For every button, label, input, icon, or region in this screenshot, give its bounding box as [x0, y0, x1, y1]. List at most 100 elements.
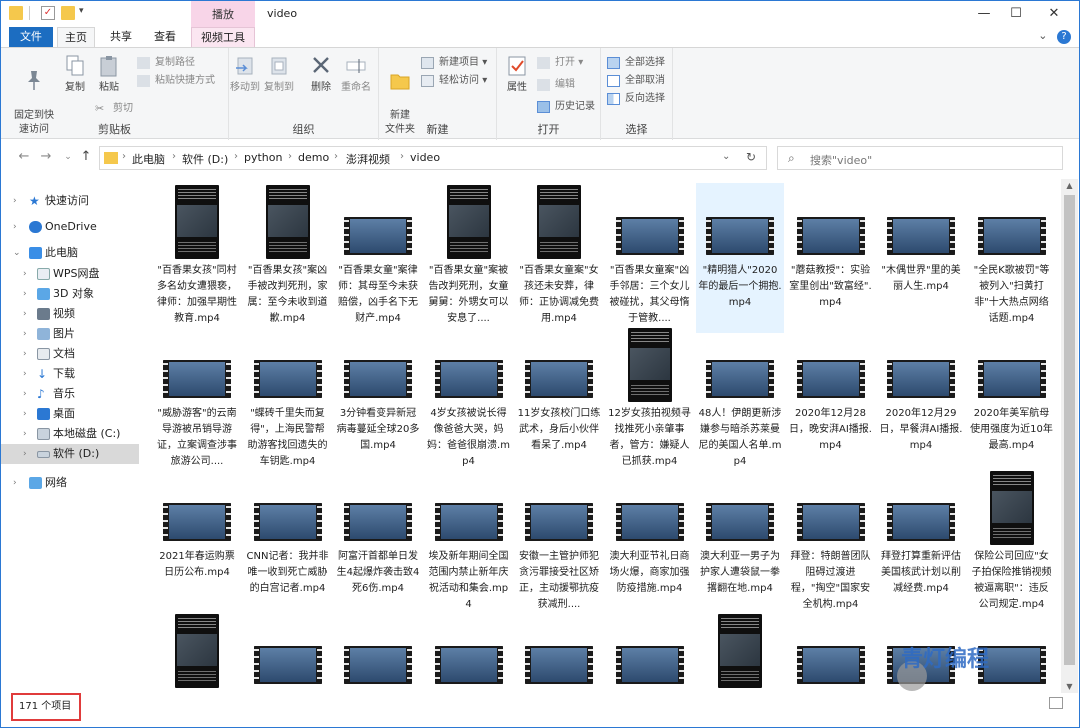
file-item[interactable]: 北京凛凛和艺小 — [244, 612, 332, 693]
file-item[interactable]: 错误人生28年当 — [787, 612, 875, 693]
file-item[interactable]: 安徽一主管护师犯贪污罪接受社区矫正，主动援鄂抗疫获减刑.... — [515, 469, 603, 619]
nav-3d[interactable]: › 3D 对象 — [1, 284, 147, 304]
tab-home[interactable]: 主页 — [57, 27, 95, 48]
breadcrumb-this-pc[interactable]: 此电脑 — [132, 151, 165, 167]
scroll-down-icon[interactable]: ▼ — [1061, 682, 1078, 691]
nav-wps[interactable]: › WPS网盘 — [1, 264, 147, 284]
scroll-thumb[interactable] — [1064, 195, 1075, 665]
file-item[interactable]: 48人！伊朗更新涉嫌参与暗杀苏莱曼尼的美国人名单.mp4 — [696, 326, 784, 476]
close-button[interactable]: ✕ — [1037, 3, 1071, 25]
file-item[interactable]: "百香果女童"案律师：其母至今未获赔偿，凶手名下无财产.mp4 — [334, 183, 422, 333]
file-item[interactable]: 埃及新年期间全国范围内禁止新年庆祝活动和集会.mp4 — [425, 469, 513, 619]
maximize-button[interactable]: ☐ — [999, 3, 1033, 25]
file-item[interactable]: "百香果女孩"案凶手被改判死刑，家属：至今未收到道歉.mp4 — [244, 183, 332, 333]
nav-quick-access[interactable]: › ★ 快速访问 — [1, 191, 147, 211]
file-item[interactable]: "百香果女童案"凶手邻居：三个女儿被碰扰，其父母惰于管教.... — [606, 183, 694, 333]
delete-button[interactable]: 删除 — [307, 54, 335, 95]
file-item[interactable]: 拜登打算重新评估美国核武计划以削减经费.mp4 — [877, 469, 965, 619]
nav-drive-c[interactable]: › 本地磁盘 (C:) — [1, 424, 147, 444]
up-arrow-icon[interactable]: ↑ — [77, 149, 95, 164]
file-item[interactable]: CNN记者：我并非唯一收到死亡威胁的白宫记者.mp4 — [244, 469, 332, 619]
file-item[interactable]: 保险公司回应"女子拍保险推销视频被逼离职"：违反公司规定.mp4 — [968, 469, 1056, 619]
back-arrow-icon[interactable]: ← — [15, 149, 33, 164]
file-item[interactable]: 2021年春运购票日历公布.mp4 — [153, 469, 241, 619]
new-folder-quick-icon[interactable] — [61, 6, 75, 20]
details-view-icon[interactable] — [1049, 697, 1063, 709]
file-item[interactable]: 4岁女孩被说长得像爸爸大哭，妈妈：爸爸很崩溃.mp4 — [425, 326, 513, 476]
file-item[interactable]: 2020年12月28日，晚安湃AI播报.mp4 — [787, 326, 875, 476]
file-item[interactable]: 澳大利亚一男子为护家人遭袋鼠一拳撂翻在地.mp4 — [696, 469, 784, 619]
file-item[interactable]: 春运火车票明起 — [696, 612, 784, 693]
nav-network[interactable]: › 网络 — [1, 473, 147, 493]
chevron-down-icon[interactable]: ⌄ — [722, 151, 730, 162]
nav-videos[interactable]: › 视频 — [1, 304, 147, 324]
nav-documents[interactable]: › 文档 — [1, 344, 147, 364]
customize-toolbar-icon[interactable]: ▾ — [79, 6, 93, 20]
file-item[interactable]: 边防战士重旅行 — [425, 612, 513, 693]
nav-this-pc[interactable]: ⌄ 此电脑 — [1, 243, 147, 263]
properties-quick-icon[interactable]: ✓ — [41, 6, 55, 20]
history-button[interactable]: 历史记录 — [537, 98, 595, 116]
nav-downloads[interactable]: › ↓ 下载 — [1, 364, 147, 384]
breadcrumb-video[interactable]: video — [410, 151, 440, 164]
tab-share[interactable]: 共享 — [101, 27, 141, 47]
file-item[interactable]: 北京拟对春节期 — [334, 612, 422, 693]
breadcrumb-demo[interactable]: demo — [298, 151, 329, 164]
cut-button[interactable]: ✂ 剪切 — [95, 100, 133, 118]
file-item[interactable]: 春节期间多地"斗 — [606, 612, 694, 693]
nav-pictures[interactable]: › 图片 — [1, 324, 147, 344]
file-item[interactable]: "木偶世界"里的美丽人生.mp4 — [877, 183, 965, 333]
file-item[interactable]: 拜登：特朗普团队阻碍过渡进程，"掏空"国家安全机构.mp4 — [787, 469, 875, 619]
file-item[interactable]: "精明猎人"2020年的最后一个拥抱.mp4 — [696, 183, 784, 333]
file-item[interactable]: 3分钟看变异新冠病毒蔓延全球20多国.mp4 — [334, 326, 422, 476]
file-item[interactable]: "威胁游客"的云南导游被吊销导游证，立案调查涉事旅游公司.... — [153, 326, 241, 476]
help-icon[interactable]: ? — [1057, 30, 1071, 44]
file-item[interactable]: 2020年12月29日，早餐湃AI播报.mp4 — [877, 326, 965, 476]
nav-drive-d[interactable]: › 软件 (D:) — [1, 444, 139, 464]
open-button[interactable]: 打开 ▾ — [537, 54, 583, 72]
breadcrumb-drive-d[interactable]: 软件 (D:) — [182, 151, 228, 167]
tab-file[interactable]: 文件 — [9, 27, 53, 47]
nav-music[interactable]: › ♪ 音乐 — [1, 384, 147, 404]
file-item[interactable]: "蝶砖千里失而复得"，上海民警帮助游客找回遗失的车钥匙.mp4 — [244, 326, 332, 476]
paste-shortcut-button[interactable]: 粘贴快捷方式 — [137, 72, 215, 90]
properties-button[interactable]: 属性 — [503, 54, 531, 95]
file-item[interactable]: 11岁女孩校门口练武术，身后小伙伴看呆了.mp4 — [515, 326, 603, 476]
copy-button[interactable]: 复制 — [61, 54, 89, 95]
nav-onedrive[interactable]: › OneDrive — [1, 217, 147, 237]
nav-desktop[interactable]: › 桌面 — [1, 404, 147, 424]
file-item[interactable]: 2020年美军航母使用强度为近10年最高.mp4 — [968, 326, 1056, 476]
file-item[interactable]: 12岁女孩拍视频寻找推死小亲肇事者，管方：嫌疑人已抓获.mp4 — [606, 326, 694, 476]
vertical-scrollbar[interactable]: ▲ ▼ — [1061, 179, 1078, 693]
recent-locations-icon[interactable]: ⌄ — [59, 152, 77, 162]
collapse-ribbon-icon[interactable]: ⌄ — [1038, 29, 1047, 42]
tab-video-tools[interactable]: 视频工具 — [191, 27, 255, 48]
edit-button[interactable]: 编辑 — [537, 76, 575, 94]
new-item-button[interactable]: 新建项目 ▾ — [421, 54, 487, 72]
tab-view[interactable]: 查看 — [145, 27, 185, 47]
forward-arrow-icon[interactable]: → — [37, 149, 55, 164]
copy-to-button[interactable]: 复制到 — [263, 54, 295, 95]
breadcrumb-python[interactable]: python — [244, 151, 282, 164]
file-item[interactable]: "全民K歌被罚"等被列入"扫黄打非"十大热点网络话题.mp4 — [968, 183, 1056, 333]
rename-button[interactable]: 重命名 — [339, 54, 373, 95]
file-item[interactable]: "百香果女孩"同村多名幼女遭猥亵，律师：加强早期性教育.mp4 — [153, 183, 241, 333]
select-all-button[interactable]: 全部选择 — [607, 54, 665, 72]
paste-button[interactable]: 粘贴 — [95, 54, 123, 95]
search-box[interactable]: ⌕ 搜索"video" — [777, 146, 1063, 170]
file-item[interactable]: "百香果女童"案被告改判死刑，女童舅舅：外甥女可以安息了.... — [425, 183, 513, 333]
easy-access-button[interactable]: 轻松访问 ▾ — [421, 72, 487, 90]
select-none-button[interactable]: 全部取消 — [607, 72, 665, 90]
breadcrumb-pengpai[interactable]: 澎湃视频 — [346, 151, 390, 167]
file-item[interactable]: 博士"绣长"上山 — [515, 612, 603, 693]
file-item[interactable]: 北京部分网约车 — [153, 612, 241, 693]
scroll-up-icon[interactable]: ▲ — [1061, 181, 1078, 190]
file-item[interactable]: 澳大利亚节礼日商场火爆，商家加强防疫措施.mp4 — [606, 469, 694, 619]
copy-path-button[interactable]: 复制路径 — [137, 54, 195, 72]
file-item[interactable]: 阿富汗首都单日发生4起爆炸袭击致4死6伤.mp4 — [334, 469, 422, 619]
minimize-button[interactable]: — — [967, 3, 1001, 25]
refresh-icon[interactable]: ↻ — [746, 150, 756, 164]
address-bar[interactable]: › 此电脑 › 软件 (D:) › python › demo › 澎湃视频 ›… — [99, 146, 767, 170]
file-item[interactable]: "蘑菇教授"：实验室里创出"致富经".mp4 — [787, 183, 875, 333]
file-item[interactable]: "百香果女童案"女孩还未安葬，律师：正协调减免费用.mp4 — [515, 183, 603, 333]
